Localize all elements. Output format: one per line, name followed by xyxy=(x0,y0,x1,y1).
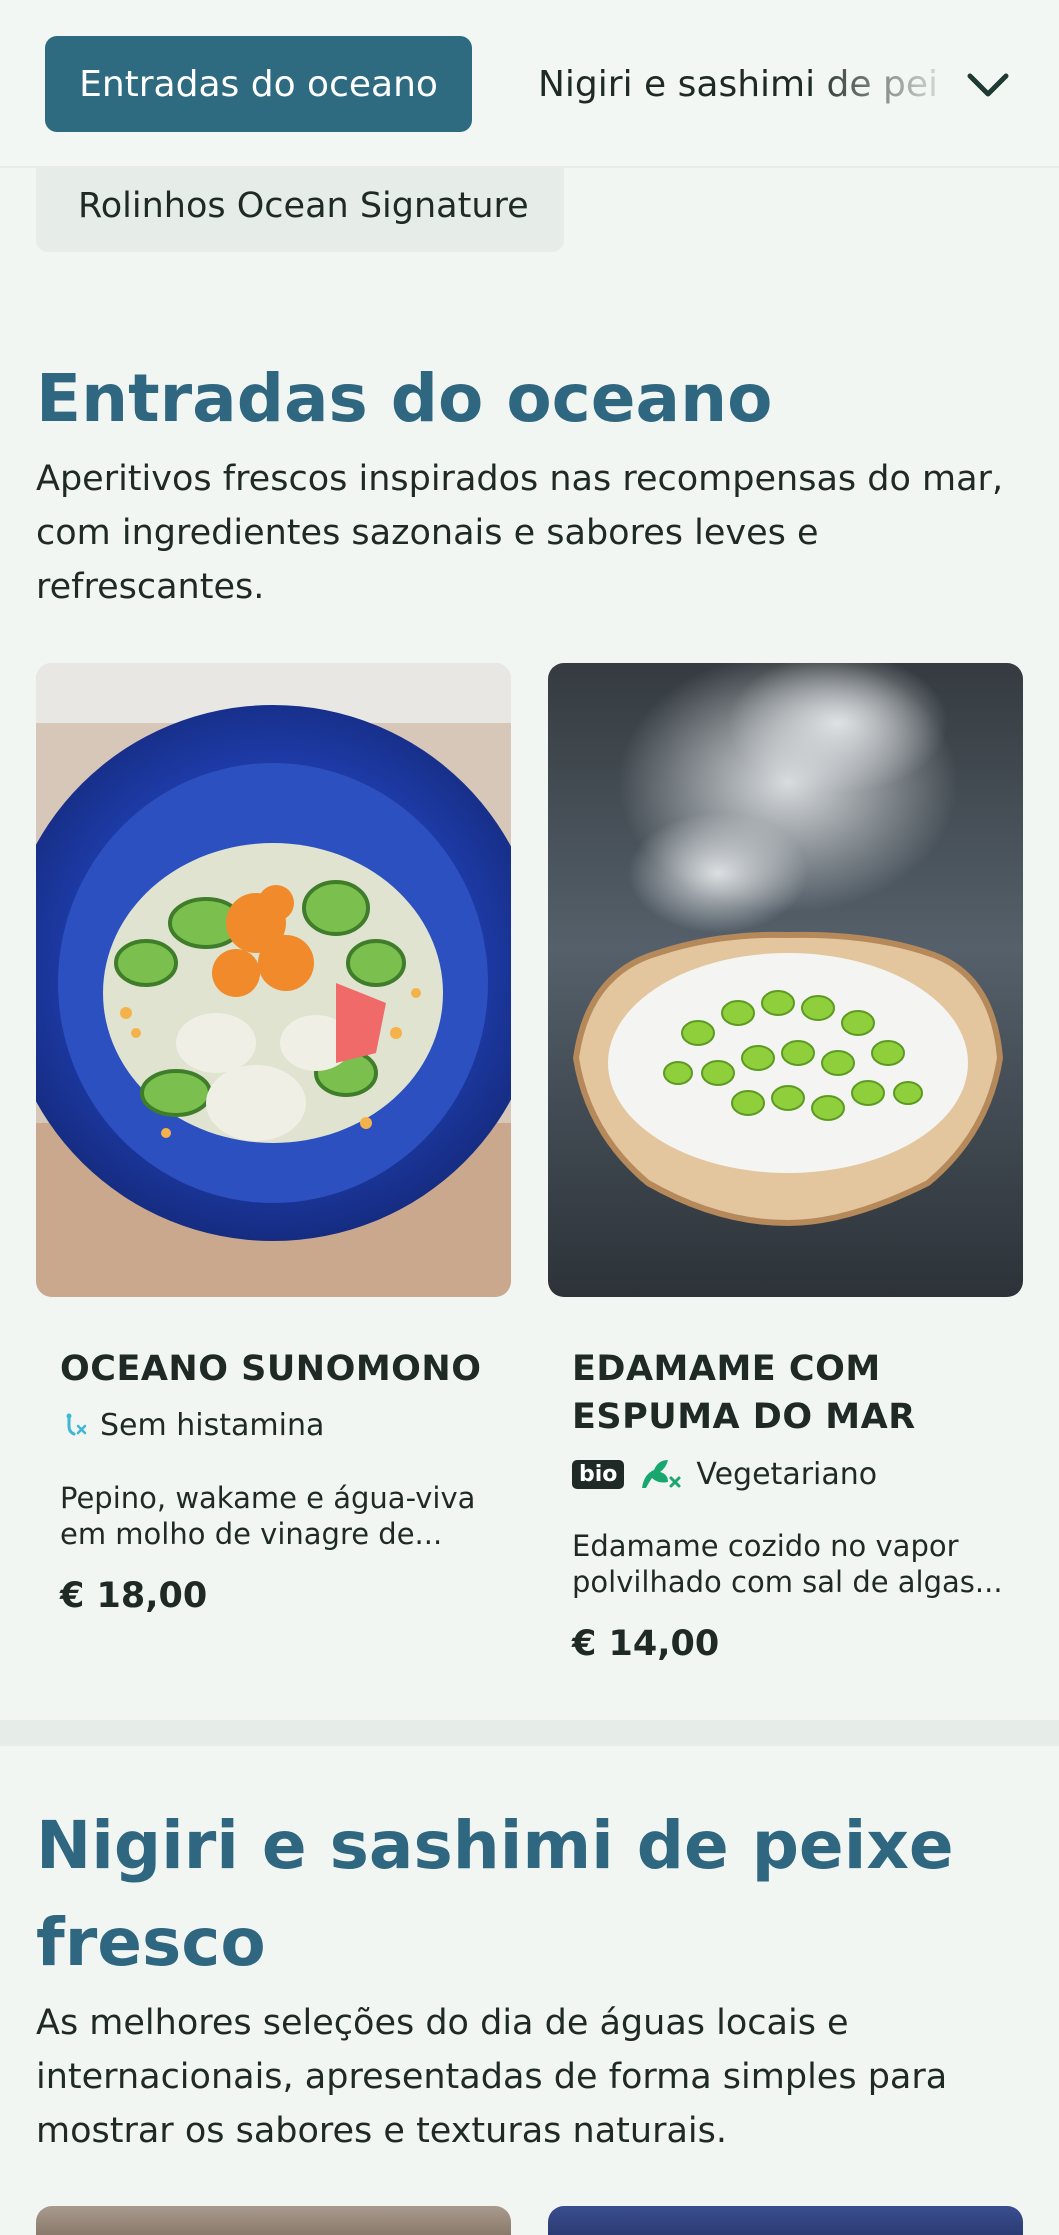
dietary-tag-label: Sem histamina xyxy=(100,1408,325,1443)
dish-description-line: Edamame cozido no vapor xyxy=(572,1529,959,1563)
dietary-tag: bio Vegetariano xyxy=(572,1456,877,1492)
dietary-tag: Sem histamina xyxy=(60,1408,324,1443)
dish-image-sunomono[interactable] xyxy=(36,663,511,1297)
dish-description-line: Pepino, wakame e água-viva xyxy=(60,1481,476,1515)
category-nav: Entradas do oceano Nigiri e sashimi de p… xyxy=(0,0,1059,168)
dish-name: EDAMAME COM ESPUMA DO MAR xyxy=(572,1345,916,1441)
dish-image-edamame[interactable] xyxy=(548,663,1023,1297)
dish-price: € 18,00 xyxy=(60,1576,208,1616)
dish-name: OCEANO SUNOMONO xyxy=(60,1349,482,1389)
tab-nigiri-e-sashimi[interactable]: Nigiri e sashimi de peixe fresco xyxy=(538,36,938,132)
vegetarian-icon xyxy=(638,1456,682,1492)
section-title-line: fresco xyxy=(36,1904,266,1981)
section-title-line: Nigiri e sashimi de peixe xyxy=(36,1807,954,1884)
category-item-rolinhos[interactable]: Rolinhos Ocean Signature xyxy=(36,160,564,252)
histamine-free-icon xyxy=(60,1412,88,1440)
dish-description: Edamame cozido no vapor polvilhado com s… xyxy=(572,1528,1012,1600)
section-title: Entradas do oceano xyxy=(36,360,773,437)
section-description: Aperitivos frescos inspirados nas recomp… xyxy=(36,459,1004,607)
dietary-tag-label: Vegetariano xyxy=(696,1456,878,1492)
dish-description-line: polvilhado com sal de algas... xyxy=(572,1565,1003,1599)
section-description: As melhores seleções do dia de águas loc… xyxy=(36,2003,948,2151)
dish-description: Pepino, wakame e água-viva em molho de v… xyxy=(60,1480,500,1552)
dish-price: € 14,00 xyxy=(572,1624,720,1664)
tab-entradas-do-oceano[interactable]: Entradas do oceano xyxy=(45,36,472,132)
dish-name-line: ESPUMA DO MAR xyxy=(572,1397,916,1437)
section-divider xyxy=(0,1720,1059,1746)
section-title: Nigiri e sashimi de peixe fresco xyxy=(36,1797,1026,1991)
dish-name-line: EDAMAME COM xyxy=(572,1349,881,1389)
chevron-down-icon[interactable] xyxy=(958,56,1018,116)
dish-image-preview[interactable] xyxy=(36,2206,511,2235)
bio-badge: bio xyxy=(572,1459,625,1489)
dish-description-line: em molho de vinagre de... xyxy=(60,1517,443,1551)
dish-image-preview[interactable] xyxy=(548,2206,1023,2235)
